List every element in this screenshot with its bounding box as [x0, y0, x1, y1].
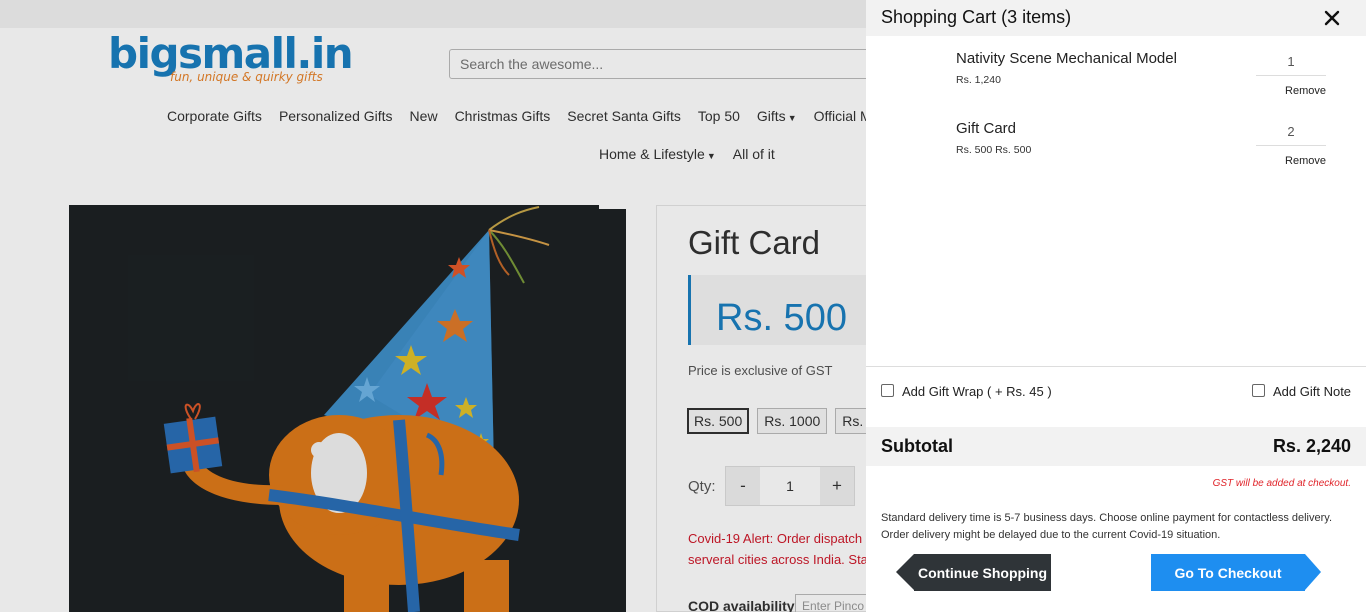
subtotal-bar: Subtotal Rs. 2,240 — [866, 427, 1366, 466]
shopping-cart-drawer: Shopping Cart (3 items) Nativity Scene M… — [866, 0, 1366, 612]
go-to-checkout-button[interactable]: Go To Checkout — [1151, 554, 1321, 591]
delivery-info: Standard delivery time is 5-7 business d… — [881, 510, 1351, 544]
cart-item-qty-input[interactable]: 1 — [1256, 50, 1326, 76]
subtotal-value: Rs. 2,240 — [1272, 436, 1351, 456]
subtotal-label: Subtotal — [881, 436, 953, 456]
gift-wrap-option[interactable]: Add Gift Wrap ( + Rs. 45 ) — [881, 384, 1052, 399]
cart-item-remove-link[interactable]: Remove — [1256, 85, 1355, 97]
cart-item: Nativity Scene Mechanical Model Rs. 1,24… — [956, 50, 1351, 97]
gift-wrap-label: Add Gift Wrap ( + Rs. 45 ) — [902, 384, 1052, 399]
continue-shopping-button[interactable]: Continue Shopping — [896, 554, 1051, 591]
cart-item-qty-input[interactable]: 2 — [1256, 120, 1326, 146]
gift-note-label: Add Gift Note — [1273, 384, 1352, 399]
gst-checkout-note: GST will be added at checkout. — [1212, 478, 1351, 489]
cart-header: Shopping Cart (3 items) — [866, 0, 1366, 36]
gift-wrap-checkbox[interactable] — [881, 384, 894, 397]
close-icon[interactable] — [1321, 7, 1343, 29]
cart-options: Add Gift Wrap ( + Rs. 45 ) Add Gift Note — [866, 366, 1366, 428]
delivery-info-line2: Order delivery might be delayed due to t… — [881, 529, 1221, 541]
gift-note-option[interactable]: Add Gift Note — [1252, 384, 1351, 399]
delivery-info-line1: Standard delivery time is 5-7 business d… — [881, 512, 1333, 524]
cart-title: Shopping Cart (3 items) — [881, 7, 1072, 27]
cart-item-remove-link[interactable]: Remove — [1256, 155, 1355, 167]
cart-item: Gift Card Rs. 500 Rs. 500 2 Remove — [956, 120, 1351, 167]
gift-note-checkbox[interactable] — [1252, 384, 1265, 397]
